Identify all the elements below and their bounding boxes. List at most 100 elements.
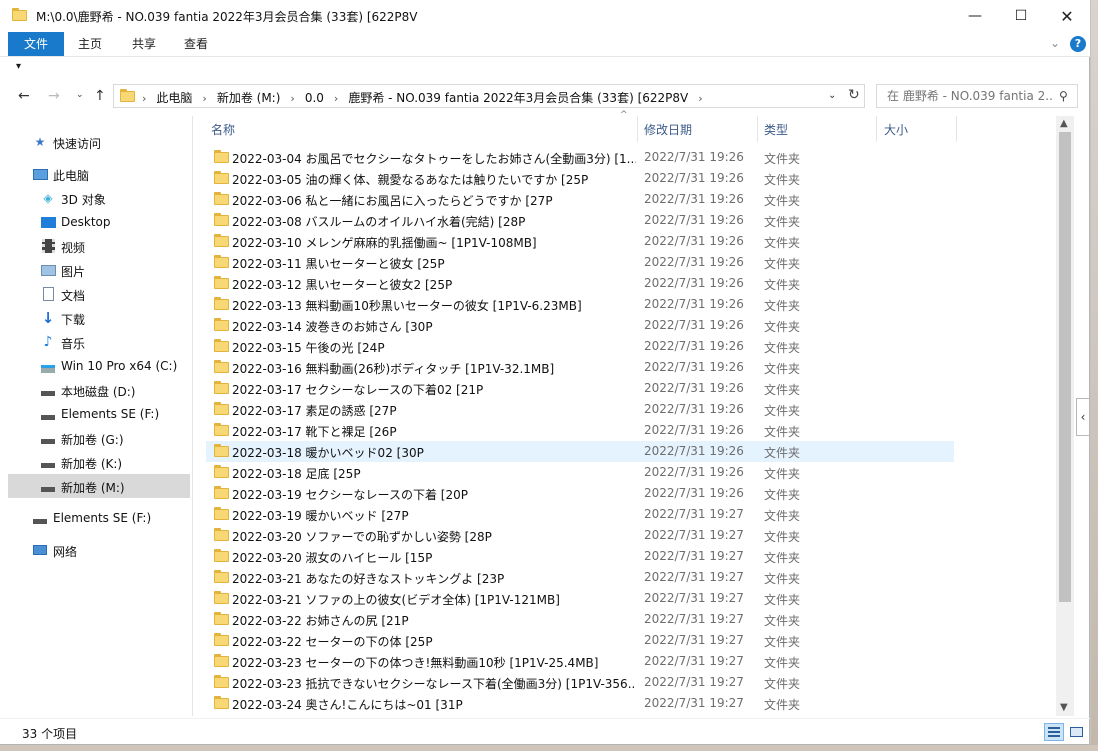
minimize-button[interactable]: — <box>952 0 998 32</box>
scroll-up-icon[interactable]: ▲ <box>1060 118 1068 129</box>
nav-quick-access[interactable]: ★ 快速访问 <box>8 130 190 154</box>
nav-network[interactable]: 网络 <box>8 538 190 562</box>
breadcrumb-this-pc[interactable]: 此电脑 <box>156 91 192 105</box>
up-arrow-icon[interactable]: ↑ <box>94 88 106 104</box>
table-row[interactable]: 2022-03-18 足底 [25P 2022/7/31 19:26 文件夹 <box>206 462 954 483</box>
breadcrumb-current-folder[interactable]: 鹿野希 - NO.039 fantia 2022年3月会员合集 (33套) [6… <box>348 91 688 105</box>
help-icon[interactable]: ? <box>1070 36 1086 52</box>
column-resize-handle[interactable] <box>876 116 877 142</box>
tab-file[interactable]: 文件 <box>8 32 64 56</box>
column-date[interactable]: 修改日期 <box>644 121 692 138</box>
nav-elements-se[interactable]: Elements SE (F:) <box>8 506 190 530</box>
table-row[interactable]: 2022-03-23 セーターの下の体つき!無料動画10秒 [1P1V-25.4… <box>206 651 954 672</box>
row-date: 2022/7/31 19:26 <box>644 171 744 185</box>
nav-3d-objects[interactable]: ◈ 3D 对象 <box>8 186 190 210</box>
nav-desktop[interactable]: Desktop <box>8 210 190 234</box>
row-name: 2022-03-13 無料動画10秒黒いセーターの彼女 [1P1V-6.23MB… <box>232 299 582 313</box>
row-name: 2022-03-10 メレンゲ麻麻的乳揺働画~ [1P1V-108MB] <box>232 236 537 250</box>
nav-drive-c[interactable]: Win 10 Pro x64 (C:) <box>8 354 190 378</box>
title-bar[interactable]: M:\0.0\鹿野希 - NO.039 fantia 2022年3月会员合集 (… <box>0 0 1090 32</box>
address-bar[interactable]: › 此电脑 › 新加卷 (M:) › 0.0 › 鹿野希 - NO.039 fantia 20… <box>113 84 865 108</box>
minimize-icon: — <box>968 8 982 24</box>
column-resize-handle[interactable] <box>956 116 957 142</box>
table-row[interactable]: 2022-03-22 セーターの下の体 [25P 2022/7/31 19:27 文… <box>206 630 954 651</box>
table-row[interactable]: 2022-03-04 お風呂でセクシーなタトゥーをしたお姉さん(全動画3分) [… <box>206 147 954 168</box>
table-row[interactable]: 2022-03-19 セクシーなレースの下着 [20P 2022/7/31 19:… <box>206 483 954 504</box>
chevron-left-icon: ‹ <box>1080 410 1086 424</box>
nav-drive-k[interactable]: 新加卷 (K:) <box>8 450 190 474</box>
breadcrumb-separator-icon[interactable]: › <box>698 92 702 105</box>
table-row[interactable]: 2022-03-11 黒いセーターと彼女 [25P 2022/7/31 19:26… <box>206 252 954 273</box>
table-row[interactable]: 2022-03-18 暖かいベッド02 [30P 2022/7/31 19:26 文… <box>206 441 954 462</box>
nav-music[interactable]: ♪ 音乐 <box>8 330 190 354</box>
table-row[interactable]: 2022-03-17 靴下と裸足 [26P 2022/7/31 19:26 文件夹 <box>206 420 954 441</box>
folder-icon <box>214 402 229 415</box>
details-view-button[interactable] <box>1044 723 1064 741</box>
scroll-down-icon[interactable]: ▼ <box>1060 702 1068 713</box>
table-row[interactable]: 2022-03-14 波巻きのお姉さん [30P 2022/7/31 19:26 文… <box>206 315 954 336</box>
nav-drive-f[interactable]: Elements SE (F:) <box>8 402 190 426</box>
table-row[interactable]: 2022-03-06 私と一緒にお風呂に入ったらどうですか [27P 2022/7… <box>206 189 954 210</box>
explorer-window: M:\0.0\鹿野希 - NO.039 fantia 2022年3月会员合集 (… <box>0 0 1090 745</box>
row-date: 2022/7/31 19:27 <box>644 654 744 668</box>
back-arrow-icon[interactable]: ← <box>18 88 30 104</box>
music-icon: ♪ <box>43 334 53 350</box>
table-row[interactable]: 2022-03-15 午後の光 [24P 2022/7/31 19:26 文件夹 <box>206 336 954 357</box>
table-row[interactable]: 2022-03-08 バスルームのオイルハイ水着(完結) [28P 2022/7/… <box>206 210 954 231</box>
table-row[interactable]: 2022-03-20 ソファーでの恥ずかしい姿勢 [28P 2022/7/31 1… <box>206 525 954 546</box>
column-resize-handle[interactable] <box>757 116 758 142</box>
table-row[interactable]: 2022-03-13 無料動画10秒黒いセーターの彼女 [1P1V-6.23MB… <box>206 294 954 315</box>
table-row[interactable]: 2022-03-21 ソファの上の彼女(ビデオ全体) [1P1V-121MB] 2… <box>206 588 954 609</box>
table-row[interactable]: 2022-03-20 淑女のハイヒール [15P 2022/7/31 19:27 文… <box>206 546 954 567</box>
navigation-pane: ★ 快速访问 此电脑 ◈ 3D 对象 Desktop 视频 图片 文档 ↓ 下载… <box>8 120 190 712</box>
forward-arrow-icon[interactable]: → <box>48 88 60 104</box>
nav-this-pc[interactable]: 此电脑 <box>8 162 190 186</box>
large-icons-view-button[interactable] <box>1066 723 1086 741</box>
column-name[interactable]: 名称 <box>211 121 235 138</box>
nav-drive-m[interactable]: 新加卷 (M:) <box>8 474 190 498</box>
tab-home[interactable]: 主页 <box>70 32 110 56</box>
nav-downloads[interactable]: ↓ 下载 <box>8 306 190 330</box>
vertical-scrollbar[interactable]: ▲ ▼ <box>1056 116 1074 716</box>
folder-icon <box>214 633 229 646</box>
refresh-icon[interactable]: ↻ <box>848 87 860 103</box>
scrollbar-thumb[interactable] <box>1059 132 1071 602</box>
recent-locations-icon[interactable]: ⌄ <box>76 90 84 100</box>
pane-divider[interactable] <box>192 116 193 716</box>
nav-drive-g[interactable]: 新加卷 (G:) <box>8 426 190 450</box>
folder-icon <box>214 528 229 541</box>
table-row[interactable]: 2022-03-21 あなたの好きなストッキングよ [23P 2022/7/31 … <box>206 567 954 588</box>
nav-drive-d[interactable]: 本地磁盘 (D:) <box>8 378 190 402</box>
table-row[interactable]: 2022-03-22 お姉さんの尻 [21P 2022/7/31 19:27 文件夹 <box>206 609 954 630</box>
search-box[interactable]: ⚲ <box>876 84 1078 108</box>
nav-documents[interactable]: 文档 <box>8 282 190 306</box>
table-row[interactable]: 2022-03-17 セクシーなレースの下着02 [21P 2022/7/31 1… <box>206 378 954 399</box>
expand-ribbon-icon[interactable]: ⌄ <box>1050 36 1060 50</box>
table-row[interactable]: 2022-03-24 奥さん!こんにちは~01 [31P 2022/7/31 19… <box>206 693 954 713</box>
preview-pane-toggle[interactable]: ‹ <box>1076 398 1090 436</box>
nav-videos[interactable]: 视频 <box>8 234 190 258</box>
table-row[interactable]: 2022-03-16 無料動画(26秒)ボディタッチ [1P1V-32.1MB]… <box>206 357 954 378</box>
table-row[interactable]: 2022-03-10 メレンゲ麻麻的乳揺働画~ [1P1V-108MB] 2022… <box>206 231 954 252</box>
table-row[interactable]: 2022-03-23 抵抗できないセクシーなレース下着(全働画3分) [1P1V… <box>206 672 954 693</box>
tab-view[interactable]: 查看 <box>176 32 216 56</box>
table-row[interactable]: 2022-03-17 素足の誘惑 [27P 2022/7/31 19:26 文件夹 <box>206 399 954 420</box>
nav-pictures[interactable]: 图片 <box>8 258 190 282</box>
address-dropdown-icon[interactable]: ⌄ <box>828 90 836 101</box>
breadcrumb-separator-icon: › <box>142 92 147 105</box>
table-row[interactable]: 2022-03-12 黒いセーターと彼女2 [25P 2022/7/31 19:2… <box>206 273 954 294</box>
maximize-button[interactable]: ☐ <box>998 0 1044 32</box>
close-button[interactable]: ✕ <box>1044 0 1090 32</box>
breadcrumb-folder-00[interactable]: 0.0 <box>305 91 324 105</box>
search-input[interactable] <box>885 88 1055 104</box>
column-type[interactable]: 类型 <box>764 121 788 138</box>
column-resize-handle[interactable] <box>637 116 638 142</box>
customize-toolbar-icon[interactable]: ▾ <box>16 61 21 72</box>
column-size[interactable]: 大小 <box>884 121 908 138</box>
table-row[interactable]: 2022-03-19 暖かいベッド [27P 2022/7/31 19:27 文件夹 <box>206 504 954 525</box>
tab-share[interactable]: 共享 <box>124 32 164 56</box>
table-row[interactable]: 2022-03-05 油の輝く体、親愛なるあなたは触りたいですか [25P 202… <box>206 168 954 189</box>
breadcrumb-drive-m[interactable]: 新加卷 (M:) <box>217 91 281 105</box>
row-type: 文件夹 <box>764 425 801 439</box>
search-icon[interactable]: ⚲ <box>1059 89 1068 103</box>
